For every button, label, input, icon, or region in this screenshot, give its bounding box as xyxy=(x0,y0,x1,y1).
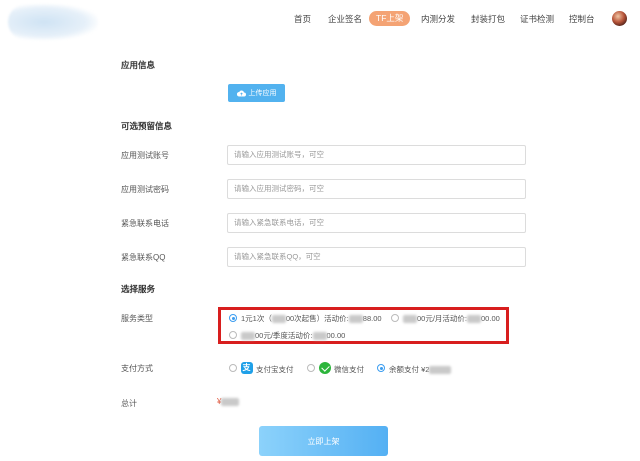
nav-item-cert-check[interactable]: 证书检测 xyxy=(520,13,554,25)
test-account-input[interactable]: 请输入应用测试账号，可空 xyxy=(227,145,526,165)
service-option-2-radio[interactable] xyxy=(391,314,399,322)
service-option-3[interactable]: 00元/季度活动价: 00.00 xyxy=(241,330,345,341)
wechat-radio[interactable] xyxy=(307,364,315,372)
cloud-upload-icon xyxy=(236,90,246,96)
service-option-1-radio[interactable] xyxy=(229,314,237,322)
total-value: ¥ xyxy=(217,397,240,406)
service-option-3-text: 00元/季度活动价: xyxy=(255,331,313,340)
service-option-3-price: 00.00 xyxy=(326,331,346,340)
app-info-title: 应用信息 xyxy=(121,60,156,70)
balance-label[interactable]: 余额支付 ¥2 xyxy=(389,364,452,375)
redacted-mark xyxy=(467,315,482,324)
redacted-mark xyxy=(429,366,452,375)
emergency-qq-input[interactable]: 请输入紧急联系QQ，可空 xyxy=(227,247,526,267)
emergency-phone-input[interactable]: 请输入紧急联系电话，可空 xyxy=(227,213,526,233)
wechat-label[interactable]: 微信支付 xyxy=(334,364,364,375)
test-password-label: 应用测试密码 xyxy=(121,185,169,194)
submit-listing-button[interactable]: 立即上架 xyxy=(259,426,388,456)
payment-label: 支付方式 xyxy=(121,364,153,373)
redacted-mark xyxy=(241,332,255,341)
test-account-label: 应用测试账号 xyxy=(121,151,169,160)
nav-item-beta-distribution[interactable]: 内测分发 xyxy=(421,13,455,25)
nav-item-home[interactable]: 首页 xyxy=(294,13,311,25)
wechat-icon xyxy=(319,362,331,374)
service-option-1-price: 88.00 xyxy=(362,314,382,323)
service-option-1-prefix: 1元1次（ xyxy=(241,314,272,323)
service-title: 选择服务 xyxy=(121,284,156,294)
test-password-input[interactable]: 请输入应用测试密码，可空 xyxy=(227,179,526,199)
service-option-2[interactable]: 00元/月活动价: 00.00 xyxy=(403,313,500,324)
nav-item-enterprise-sign[interactable]: 企业签名 xyxy=(328,13,362,25)
nav-item-packaging[interactable]: 封装打包 xyxy=(471,13,505,25)
alipay-icon xyxy=(241,362,253,374)
emergency-phone-label: 紧急联系电话 xyxy=(121,219,169,228)
nav-item-console[interactable]: 控制台 xyxy=(569,13,595,25)
service-option-3-radio[interactable] xyxy=(229,331,237,339)
emergency-qq-label: 紧急联系QQ xyxy=(121,253,166,262)
optional-info-title: 可选预留信息 xyxy=(121,121,173,131)
service-type-label: 服务类型 xyxy=(121,314,153,323)
redacted-mark xyxy=(312,332,327,341)
avatar[interactable] xyxy=(612,11,627,26)
total-label: 总计 xyxy=(121,399,137,408)
redacted-mark xyxy=(221,397,240,406)
redacted-mark xyxy=(403,315,417,324)
service-option-2-text: 00元/月活动价: xyxy=(417,314,468,323)
balance-radio[interactable] xyxy=(377,364,385,372)
balance-label-text: 余额支付 ¥2 xyxy=(389,365,430,374)
upload-app-label: 上传应用 xyxy=(248,90,277,97)
alipay-label[interactable]: 支付宝支付 xyxy=(256,364,294,375)
redacted-mark xyxy=(271,315,286,324)
top-nav: 首页 企业签名 TF上架 内测分发 封装打包 证书检测 控制台 xyxy=(0,0,640,40)
upload-app-button[interactable]: 上传应用 xyxy=(228,84,285,102)
service-option-1[interactable]: 1元1次（ 00次起售）活动价: 88.00 xyxy=(241,313,382,324)
nav-item-tf-listing[interactable]: TF上架 xyxy=(369,11,411,26)
alipay-radio[interactable] xyxy=(229,364,237,372)
service-option-1-text: 00次起售）活动价: xyxy=(285,314,349,323)
service-option-2-price: 00.00 xyxy=(481,314,500,323)
redacted-mark xyxy=(348,315,363,324)
